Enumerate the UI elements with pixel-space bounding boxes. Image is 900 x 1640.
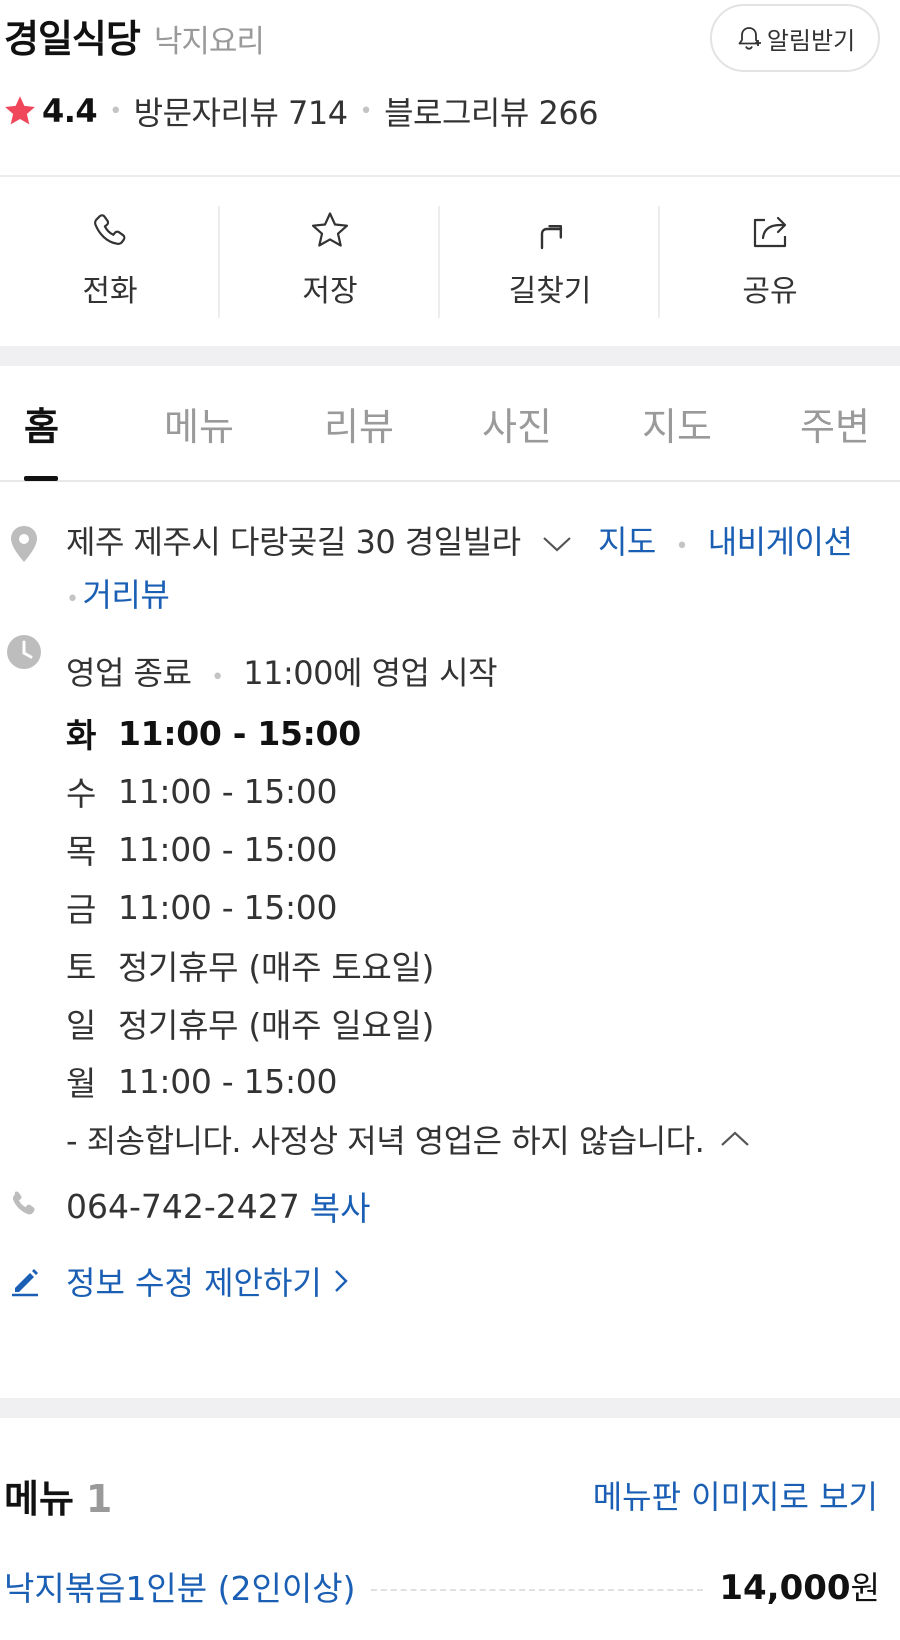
bell-plus-icon <box>738 27 761 50</box>
hours-row: 월 11:00 - 15:00 <box>66 1052 752 1110</box>
directions-label: 길찾기 <box>508 274 592 309</box>
hours-time: 11:00 - 15:00 <box>118 1061 338 1101</box>
directions-button[interactable]: 길찾기 <box>440 200 660 318</box>
copy-phone-button[interactable]: 복사 <box>310 1182 371 1230</box>
phone-small-icon <box>12 1191 35 1215</box>
menu-title: 메뉴 <box>4 1477 74 1521</box>
hours-time: 11:00 - 15:00 <box>118 887 338 927</box>
place-header: 경일식당 낙지요리 알림받기 4.4 • 방문자리뷰 714 • 블로그리뷰 2… <box>0 0 900 177</box>
menu-count: 1 <box>85 1477 113 1521</box>
place-name: 경일식당 <box>4 17 141 61</box>
hours-time: 정기휴무 (매주 일요일) <box>118 1006 435 1045</box>
hours-day: 일 <box>66 1006 97 1045</box>
rating-value: 4.4 <box>42 92 98 130</box>
hours-day: 목 <box>66 832 97 871</box>
directions-icon <box>540 224 563 250</box>
next-open-text: 11:00에 영업 시작 <box>243 654 498 692</box>
chevron-down-icon[interactable] <box>540 533 574 555</box>
alarm-label: 알림받기 <box>766 26 856 55</box>
section-gap <box>0 1398 900 1418</box>
phone-row: 064-742-2427 복사 <box>66 1182 371 1230</box>
separator-dot: • <box>211 665 224 690</box>
title-row: 경일식당 낙지요리 <box>4 8 265 63</box>
suggest-edit-label: 정보 수정 제안하기 <box>66 1264 322 1302</box>
divider <box>0 175 900 177</box>
phone-number[interactable]: 064-742-2427 <box>66 1187 300 1226</box>
separator-dot: • <box>359 98 373 124</box>
phone-icon <box>94 214 126 245</box>
hours-time: 11:00 - 15:00 <box>118 771 338 811</box>
hours-day: 수 <box>66 774 97 813</box>
star-icon <box>311 212 349 247</box>
map-link[interactable]: 지도 <box>598 523 656 561</box>
separator-dot: • <box>675 534 689 559</box>
location-pin-icon <box>11 526 37 562</box>
hours-day: 월 <box>66 1064 97 1103</box>
action-bar: 전화 저장 길찾기 공유 <box>0 200 900 320</box>
dotted-leader <box>371 1589 704 1591</box>
hours-time: 11:00 - 15:00 <box>118 829 338 869</box>
rating-row: 4.4 • 방문자리뷰 714 • 블로그리뷰 266 <box>2 88 599 134</box>
share-icon <box>753 216 787 248</box>
hours-day: 금 <box>66 890 97 929</box>
status-text: 영업 종료 <box>66 654 192 692</box>
place-category: 낙지요리 <box>153 24 265 60</box>
share-button[interactable]: 공유 <box>660 200 880 318</box>
visitor-review-link[interactable]: 방문자리뷰 714 <box>134 88 348 134</box>
tab-photos[interactable]: 사진 <box>482 396 552 451</box>
tab-home[interactable]: 홈 <box>24 396 59 451</box>
hours-time: 11:00 - 15:00 <box>118 713 361 753</box>
hours-row: 토 정기휴무 (매주 토요일) <box>66 936 752 994</box>
hours-day: 토 <box>66 948 97 987</box>
section-gap <box>0 346 900 366</box>
save-button[interactable]: 저장 <box>220 200 440 318</box>
hours-row: 목 11:00 - 15:00 <box>66 820 752 878</box>
tab-nearby[interactable]: 주변 <box>800 396 870 451</box>
chevron-up-icon[interactable] <box>718 1128 752 1150</box>
menu-item-price-unit: 원 <box>850 1569 880 1607</box>
address-text: 제주 제주시 다랑곶길 30 경일빌라 <box>66 523 521 561</box>
suggest-edit-link[interactable]: 정보 수정 제안하기 <box>66 1258 350 1304</box>
menu-item[interactable]: 낙지볶음1인분 (2인이상) 14,000원 <box>4 1562 880 1610</box>
separator-dot: • <box>109 98 122 124</box>
hours-note: - 죄송합니다. 사정상 저녁 영업은 하지 않습니다. <box>66 1110 752 1168</box>
hours-row: 화 11:00 - 15:00 <box>66 704 752 762</box>
tab-bar: 홈 메뉴 리뷰 사진 지도 주변 <box>0 366 900 482</box>
menu-item-price: 14,000원 <box>719 1563 880 1609</box>
clock-icon <box>7 635 41 669</box>
alarm-button[interactable]: 알림받기 <box>710 4 880 72</box>
hours-day: 화 <box>66 716 97 755</box>
tab-reviews[interactable]: 리뷰 <box>324 396 394 451</box>
call-button[interactable]: 전화 <box>0 200 220 318</box>
tab-menu[interactable]: 메뉴 <box>164 396 234 451</box>
hours-row: 일 정기휴무 (매주 일요일) <box>66 994 752 1052</box>
hours-row: 수 11:00 - 15:00 <box>66 762 752 820</box>
pencil-icon <box>12 1269 38 1297</box>
hours-note-text: - 죄송합니다. 사정상 저녁 영업은 하지 않습니다. <box>66 1122 705 1160</box>
chevron-right-icon <box>335 1270 348 1292</box>
rating-star-icon <box>5 96 35 125</box>
share-label: 공유 <box>742 274 798 309</box>
menu-header: 메뉴 1 <box>4 1468 112 1523</box>
business-status: 영업 종료 • 11:00에 영업 시작 <box>66 648 498 694</box>
hours-row: 금 11:00 - 15:00 <box>66 878 752 936</box>
navigation-link[interactable]: 내비게이션 <box>708 523 853 561</box>
hours-time: 정기휴무 (매주 토요일) <box>118 948 435 987</box>
blog-review-link[interactable]: 블로그리뷰 266 <box>384 88 598 134</box>
hours-list: 화 11:00 - 15:00 수 11:00 - 15:00 목 11:00 - 1… <box>66 704 752 1168</box>
tab-map[interactable]: 지도 <box>642 396 712 451</box>
menu-item-name: 낙지볶음1인분 (2인이상) <box>4 1569 356 1608</box>
separator-dot: • <box>66 587 79 612</box>
address-block: 제주 제주시 다랑곶길 30 경일빌라 지도 • 내비게이션 • 거리뷰 <box>66 518 886 624</box>
street-view-link[interactable]: 거리뷰 <box>82 576 169 614</box>
save-label: 저장 <box>302 274 358 309</box>
call-label: 전화 <box>82 274 138 309</box>
active-tab-indicator <box>24 476 58 481</box>
menu-item-price-value: 14,000 <box>719 1568 851 1608</box>
menu-image-link[interactable]: 메뉴판 이미지로 보기 <box>593 1472 878 1518</box>
